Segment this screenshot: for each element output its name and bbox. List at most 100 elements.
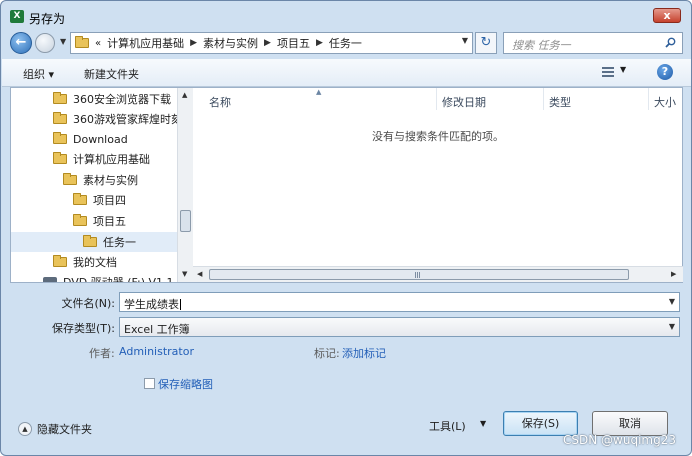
view-list-icon (602, 67, 614, 78)
chevron-down-icon[interactable]: ▼ (669, 322, 675, 331)
filename-field[interactable]: 学生成绩表 ▼ (119, 292, 680, 312)
breadcrumb-separator-icon[interactable]: ▶ (190, 38, 197, 48)
tree-item[interactable]: 项目四 (73, 190, 126, 210)
tree-item[interactable]: 项目五 (73, 211, 126, 231)
chevron-down-icon[interactable]: ▼ (669, 297, 675, 306)
folder-icon (53, 152, 67, 164)
empty-results-message: 没有与搜索条件匹配的项。 (372, 130, 504, 143)
tree-item-label: 360安全浏览器下载 (73, 93, 171, 106)
breadcrumb-item[interactable]: 项目五 (277, 35, 310, 51)
tree-item[interactable]: 计算机应用基础 (53, 149, 150, 169)
tree-item-label: 计算机应用基础 (73, 153, 150, 166)
author-field[interactable]: Administrator (119, 345, 194, 358)
recent-pages-chevron-icon[interactable]: ▼ (60, 37, 66, 46)
tree-item[interactable]: DVD 驱动器 (F:) V1.1.15 (43, 272, 177, 282)
tree-item[interactable]: Download (53, 129, 128, 149)
dialog-title: 另存为 (29, 12, 66, 26)
search-input[interactable]: 搜索 任务一 (503, 32, 683, 54)
csdn-watermark: CSDN @wuqimg23 (563, 433, 676, 447)
breadcrumb-item[interactable]: 任务一 (329, 35, 362, 51)
hide-folders-label: 隐藏文件夹 (37, 423, 92, 436)
scrollbar-thumb[interactable] (180, 210, 191, 232)
folder-icon (73, 193, 87, 205)
folder-icon (53, 255, 67, 267)
column-header-size[interactable]: 大小 (654, 94, 676, 110)
tree-item[interactable]: 素材与实例 (63, 170, 138, 190)
tree-item-label: 我的文档 (73, 256, 117, 269)
breadcrumb-overflow[interactable]: « (95, 38, 101, 49)
folder-icon (73, 214, 87, 226)
back-button[interactable]: ← (10, 32, 32, 54)
chevron-down-icon: ▼ (620, 65, 627, 74)
tree-item-label: Download (73, 132, 128, 146)
change-view-button[interactable]: ▼ (600, 65, 630, 81)
column-divider[interactable] (648, 88, 649, 110)
address-dropdown-icon[interactable]: ▼ (462, 36, 468, 45)
breadcrumb-separator-icon[interactable]: ▶ (264, 38, 271, 48)
scroll-right-icon[interactable]: ▶ (671, 270, 676, 278)
grip-icon (415, 272, 421, 278)
tree-item-label: 项目五 (93, 215, 126, 228)
tree-item-label: 素材与实例 (83, 174, 138, 187)
hide-folders-toggle[interactable]: ▲ 隐藏文件夹 (18, 421, 92, 437)
dvd-drive-icon (43, 277, 57, 282)
file-list[interactable]: ▲ 名称 修改日期 类型 大小 没有与搜索条件匹配的项。 ◀ ▶ (193, 88, 683, 282)
excel-icon: X (10, 10, 24, 23)
navigation-scrollbar[interactable]: ▲ ▼ (177, 88, 193, 282)
tree-item-label: 360游戏管家辉煌时刻 (73, 113, 177, 126)
column-divider[interactable] (436, 88, 437, 110)
navigation-bar: ← ▼ « 计算机应用基础 ▶ 素材与实例 ▶ 项目五 ▶ 任务一 ▼ ↻ 搜索… (1, 29, 691, 57)
command-toolbar: 组织 ▾ 新建文件夹 ▼ ? (2, 59, 691, 87)
chevron-down-icon[interactable]: ▼ (480, 419, 486, 428)
filetype-label: 保存类型(T): (51, 322, 115, 335)
folder-icon (53, 112, 67, 124)
folder-icon (75, 36, 89, 48)
text-cursor (180, 299, 181, 310)
refresh-button[interactable]: ↻ (475, 32, 497, 54)
tree-item-selected[interactable]: 任务一 (11, 232, 177, 252)
collapse-icon: ▲ (18, 422, 32, 436)
organize-button[interactable]: 组织 ▾ (23, 66, 54, 82)
tools-button[interactable]: 工具(L) (429, 418, 466, 434)
tags-field[interactable]: 添加标记 (342, 345, 386, 361)
forward-button[interactable] (35, 33, 55, 53)
scroll-down-icon[interactable]: ▼ (182, 270, 187, 278)
tree-item-label: 项目四 (93, 194, 126, 207)
scroll-up-icon[interactable]: ▲ (182, 91, 187, 99)
column-header-type[interactable]: 类型 (549, 94, 571, 110)
sort-ascending-icon: ▲ (316, 88, 322, 96)
breadcrumb-item[interactable]: 素材与实例 (203, 35, 258, 51)
breadcrumb-separator-icon[interactable]: ▶ (316, 38, 323, 48)
file-list-scrollbar[interactable]: ◀ ▶ (193, 266, 683, 282)
close-button[interactable]: x (653, 8, 681, 23)
tree-item[interactable]: 360游戏管家辉煌时刻 (53, 109, 177, 129)
tree-item[interactable]: 360安全浏览器下载 (53, 89, 171, 109)
folder-icon (83, 235, 97, 247)
tags-label: 标记: (314, 347, 340, 360)
folder-icon (63, 173, 77, 185)
save-thumbnail-label[interactable]: 保存缩略图 (158, 376, 213, 392)
help-icon[interactable]: ? (657, 64, 673, 80)
author-label: 作者: (89, 347, 115, 360)
filename-label: 文件名(N): (61, 297, 115, 310)
file-browser: 360安全浏览器下载 360游戏管家辉煌时刻 Download 计算机应用基础 … (10, 87, 683, 283)
breadcrumb-item[interactable]: 计算机应用基础 (107, 35, 184, 51)
new-folder-button[interactable]: 新建文件夹 (84, 66, 139, 82)
save-as-dialog: X 另存为 x ← ▼ « 计算机应用基础 ▶ 素材与实例 ▶ 项目五 ▶ 任务… (0, 0, 692, 456)
filename-value: 学生成绩表 (124, 298, 179, 311)
address-bar[interactable]: « 计算机应用基础 ▶ 素材与实例 ▶ 项目五 ▶ 任务一 ▼ (70, 32, 473, 54)
navigation-pane[interactable]: 360安全浏览器下载 360游戏管家辉煌时刻 Download 计算机应用基础 … (11, 88, 177, 282)
column-header-modified[interactable]: 修改日期 (442, 94, 486, 110)
column-divider[interactable] (543, 88, 544, 110)
search-icon[interactable] (665, 37, 676, 48)
filetype-select[interactable]: Excel 工作簿 ▼ (119, 317, 680, 337)
folder-icon (53, 92, 67, 104)
filetype-value: Excel 工作簿 (124, 323, 190, 336)
save-thumbnail-checkbox[interactable] (144, 378, 155, 389)
tree-item[interactable]: 我的文档 (53, 252, 117, 272)
column-header-name[interactable]: 名称 (209, 94, 231, 110)
scroll-left-icon[interactable]: ◀ (197, 270, 202, 278)
search-placeholder: 搜索 任务一 (512, 39, 571, 52)
tree-item-label: 任务一 (103, 236, 136, 249)
scrollbar-thumb[interactable] (209, 269, 629, 280)
